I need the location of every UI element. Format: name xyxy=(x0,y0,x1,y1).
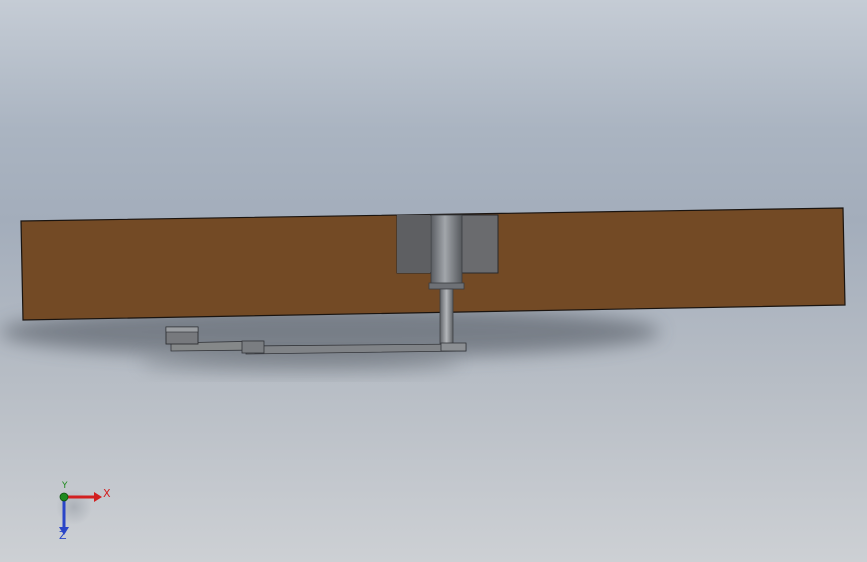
x-axis-arrowhead xyxy=(94,492,102,502)
x-axis-label: X xyxy=(103,487,111,500)
y-axis-origin xyxy=(59,492,69,502)
y-axis-label: Y xyxy=(62,481,68,491)
pivot-block-top xyxy=(165,326,199,333)
long-link-end-pad xyxy=(440,342,467,352)
cylinder-collar xyxy=(428,282,465,290)
cylinder-body[interactable] xyxy=(430,214,463,289)
piston-rod[interactable] xyxy=(439,288,454,347)
model-scene[interactable] xyxy=(0,0,867,562)
graphics-viewport[interactable]: X Y Z xyxy=(0,0,867,562)
z-axis-label: Z xyxy=(59,529,67,542)
linkage-shadow xyxy=(140,352,460,372)
pocket-side-shade xyxy=(397,215,430,273)
link-joint[interactable] xyxy=(241,340,265,354)
